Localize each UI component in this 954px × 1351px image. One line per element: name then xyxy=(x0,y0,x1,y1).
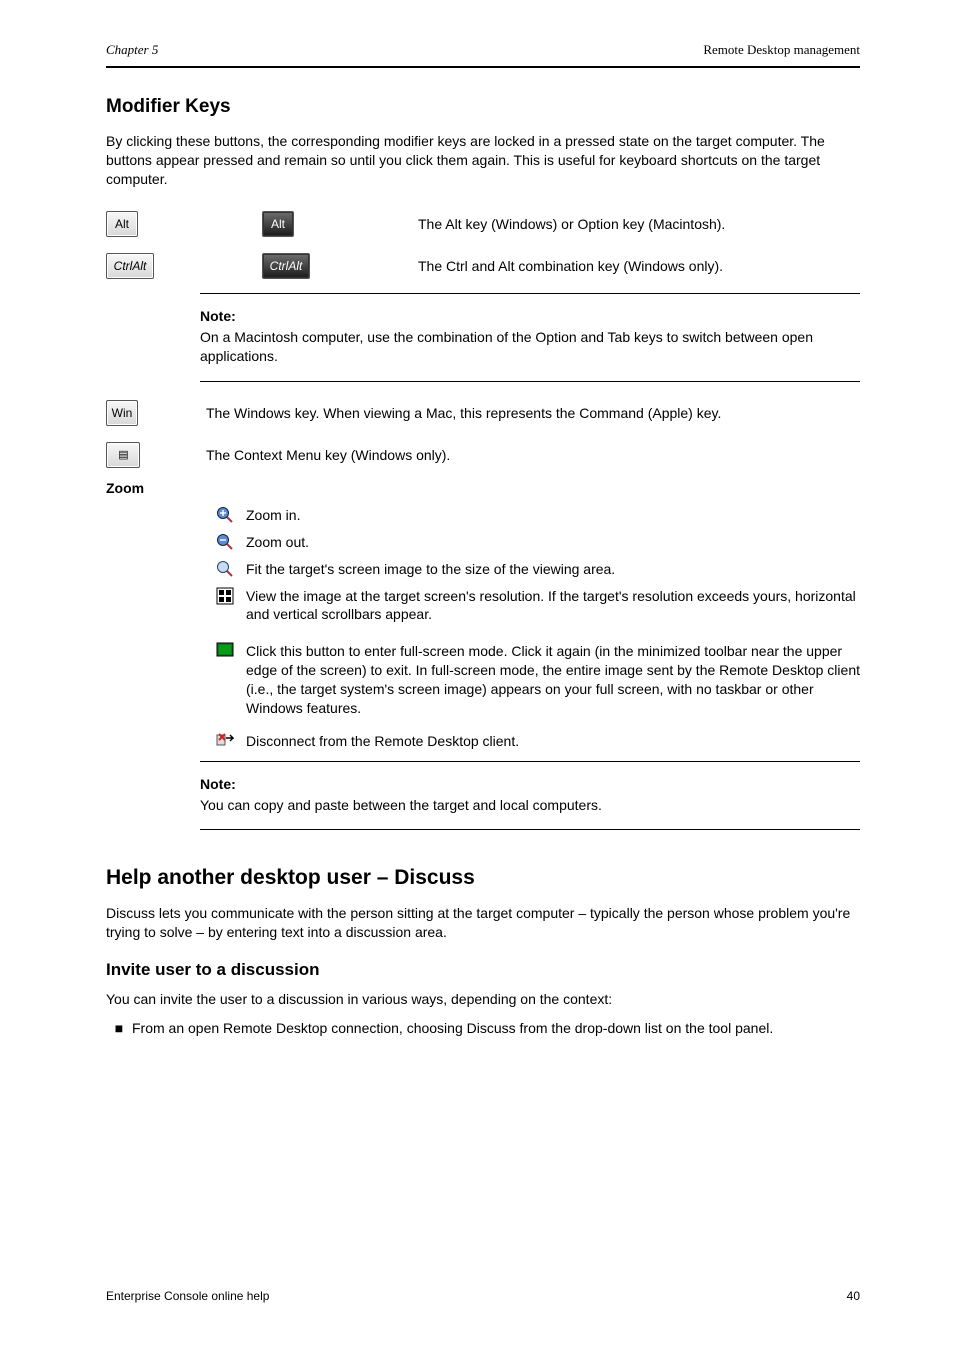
note-text-2: You can copy and paste between the targe… xyxy=(200,797,602,813)
zoom-out-row: Zoom out. xyxy=(106,533,860,552)
zoom-in-desc: Zoom in. xyxy=(246,506,860,525)
invite-bullet-1: ■ From an open Remote Desktop connection… xyxy=(106,1019,860,1038)
menu-key-icon[interactable]: ▤ xyxy=(106,442,140,468)
alt-key-selected-icon[interactable]: Alt xyxy=(262,211,294,237)
note-rule-bottom-1 xyxy=(200,381,860,382)
page-header: Chapter 5 Remote Desktop management xyxy=(106,42,860,66)
invite-bullet-1-text: From an open Remote Desktop connection, … xyxy=(132,1019,773,1038)
fullscreen-row: Click this button to enter full-screen m… xyxy=(106,642,860,718)
zoom-100-icon[interactable] xyxy=(216,587,234,605)
zoom-out-desc: Zoom out. xyxy=(246,533,860,552)
fullscreen-icon[interactable] xyxy=(216,642,234,660)
modifier-keys-intro: By clicking these buttons, the correspon… xyxy=(106,132,860,189)
ctrlalt-key-desc: The Ctrl and Alt combination key (Window… xyxy=(418,257,723,275)
bullet-icon: ■ xyxy=(106,1019,132,1038)
invite-heading: Invite user to a discussion xyxy=(106,960,860,980)
win-key-desc: The Windows key. When viewing a Mac, thi… xyxy=(206,404,721,422)
note-label-2: Note: xyxy=(200,776,860,792)
note-rule-top-1 xyxy=(200,293,860,294)
note-text-1: On a Macintosh computer, use the combina… xyxy=(200,329,813,365)
footer-right: 40 xyxy=(847,1289,860,1303)
page-footer: Enterprise Console online help 40 xyxy=(106,1289,860,1303)
discuss-intro: Discuss lets you communicate with the pe… xyxy=(106,904,860,942)
zoom-100-row: View the image at the target screen's re… xyxy=(106,587,860,625)
zoom-out-icon[interactable] xyxy=(216,533,234,551)
note-label-1: Note: xyxy=(200,308,860,324)
modifier-row-alt: Alt Alt The Alt key (Windows) or Option … xyxy=(106,207,860,241)
menu-key-desc: The Context Menu key (Windows only). xyxy=(206,446,450,464)
zoom-in-row: Zoom in. xyxy=(106,506,860,525)
alt-key-desc: The Alt key (Windows) or Option key (Mac… xyxy=(418,215,725,233)
header-rule xyxy=(106,66,860,68)
ctrlalt-key-selected-icon[interactable]: CtrlAlt xyxy=(262,253,310,279)
zoom-fit-desc: Fit the target's screen image to the siz… xyxy=(246,560,860,579)
header-chapter-ref: Chapter 5 xyxy=(106,42,158,58)
discuss-heading: Help another desktop user – Discuss xyxy=(106,866,860,890)
ctrlalt-key-icon[interactable]: CtrlAlt xyxy=(106,253,154,279)
invite-lead: You can invite the user to a discussion … xyxy=(106,990,860,1009)
zoom-in-icon[interactable] xyxy=(216,506,234,524)
mac-switch-note: Note: On a Macintosh computer, use the c… xyxy=(200,308,860,367)
disconnect-desc: Disconnect from the Remote Desktop clien… xyxy=(246,732,860,751)
modifier-row-ctrlalt: CtrlAlt CtrlAlt The Ctrl and Alt combina… xyxy=(106,249,860,283)
win-key-icon[interactable]: Win xyxy=(106,400,138,426)
zoom-fit-icon[interactable] xyxy=(216,560,234,578)
modifier-keys-heading: Modifier Keys xyxy=(106,96,860,118)
modifier-row-win: Win The Windows key. When viewing a Mac,… xyxy=(106,396,860,430)
zoom-heading: Zoom xyxy=(106,480,860,496)
disconnect-icon[interactable] xyxy=(216,732,234,750)
fullscreen-desc: Click this button to enter full-screen m… xyxy=(246,642,860,718)
footer-left: Enterprise Console online help xyxy=(106,1289,269,1303)
zoom-fit-row: Fit the target's screen image to the siz… xyxy=(106,560,860,579)
zoom-100-desc: View the image at the target screen's re… xyxy=(246,587,860,625)
note-rule-bottom-2 xyxy=(200,829,860,830)
header-chapter-title: Remote Desktop management xyxy=(703,42,860,58)
alt-key-icon[interactable]: Alt xyxy=(106,211,138,237)
note-rule-top-2 xyxy=(200,761,860,762)
disconnect-row: Disconnect from the Remote Desktop clien… xyxy=(106,732,860,751)
modifier-row-menu: ▤ The Context Menu key (Windows only). xyxy=(106,438,860,472)
clipboard-note: Note: You can copy and paste between the… xyxy=(200,776,860,816)
